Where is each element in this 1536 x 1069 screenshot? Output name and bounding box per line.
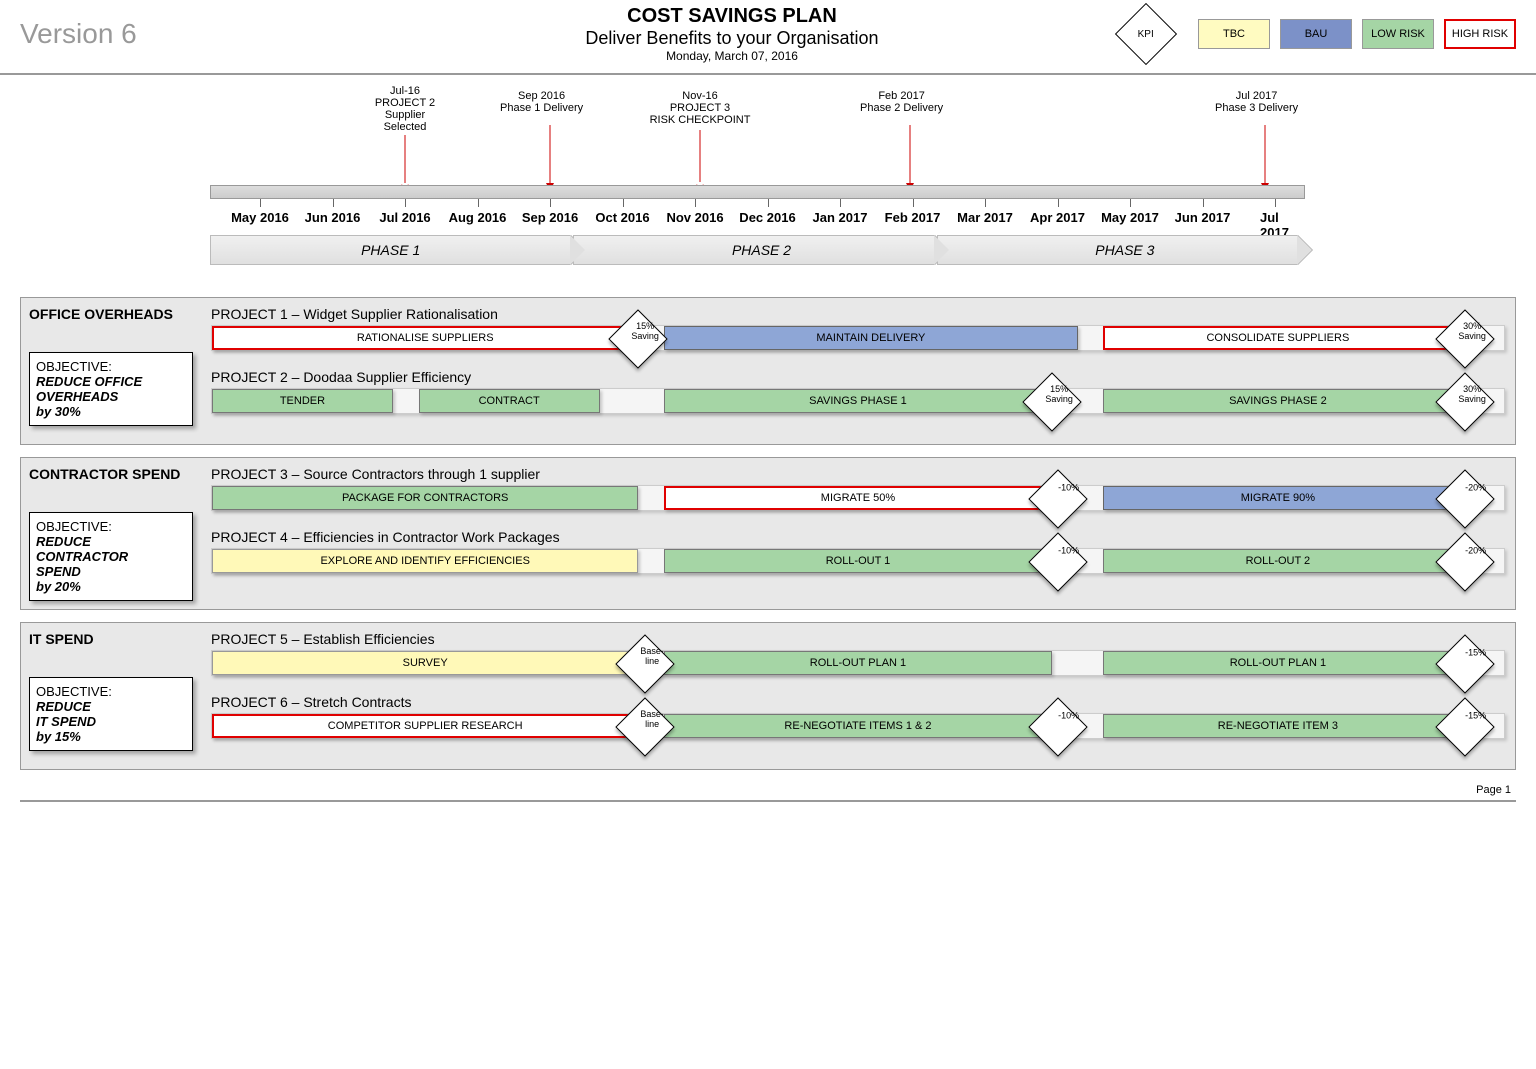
project-title: PROJECT 3 – Source Contractors through 1… — [211, 466, 1505, 482]
task: RE-NEGOTIATE ITEM 3 — [1103, 714, 1452, 738]
milestone-jul16: Jul-16 PROJECT 2 Supplier Selected — [365, 85, 445, 133]
section-title: CONTRACTOR SPEND — [29, 466, 193, 482]
task: RATIONALISE SUPPLIERS — [212, 326, 638, 350]
project-bar: PACKAGE FOR CONTRACTORS MIGRATE 50% MIGRAT… — [211, 485, 1505, 511]
task: MAINTAIN DELIVERY — [664, 326, 1077, 350]
page-date: Monday, March 07, 2016 — [340, 49, 1124, 63]
version-label: Version 6 — [20, 18, 200, 50]
project-bar: SURVEYROLL-OUT PLAN 1ROLL-OUT PLAN 1Base… — [211, 650, 1505, 676]
objective-box: OBJECTIVE:REDUCE OFFICEOVERHEADSby 30% — [29, 352, 193, 426]
project: PROJECT 1 – Widget Supplier Rationalisat… — [211, 306, 1505, 351]
axis-label: Nov 2016 — [666, 210, 723, 225]
axis-label: Oct 2016 — [595, 210, 649, 225]
project-bar: COMPETITOR SUPPLIER RESEARCH RE-NEGOTIATE… — [211, 713, 1505, 739]
legend-tbc: TBC — [1198, 19, 1270, 49]
section-title: OFFICE OVERHEADS — [29, 306, 193, 322]
section: OFFICE OVERHEADS OBJECTIVE:REDUCE OFFICEO… — [20, 297, 1516, 445]
task: CONSOLIDATE SUPPLIERS — [1103, 326, 1452, 350]
project: PROJECT 4 – Efficiencies in Contractor W… — [211, 529, 1505, 574]
project-title: PROJECT 5 – Establish Efficiencies — [211, 631, 1505, 647]
project-title: PROJECT 2 – Doodaa Supplier Efficiency — [211, 369, 1505, 385]
section-title: IT SPEND — [29, 631, 193, 647]
task: ROLL-OUT PLAN 1 — [664, 651, 1052, 675]
project: PROJECT 2 – Doodaa Supplier Efficiency TE… — [211, 369, 1505, 414]
axis-label: Sep 2016 — [522, 210, 578, 225]
legend-bau: BAU — [1280, 19, 1352, 49]
section: CONTRACTOR SPEND OBJECTIVE:REDUCECONTRACT… — [20, 457, 1516, 610]
task: MIGRATE 50% — [664, 486, 1052, 510]
project-bar: TENDER CONTRACT SAVINGS PHASE 1 SAVINGS PHA… — [211, 388, 1505, 414]
milestone-jul17: Jul 2017 Phase 3 Delivery — [1215, 90, 1298, 114]
task: EXPLORE AND IDENTIFY EFFICIENCIES — [212, 549, 638, 573]
legend-kpi: KPI — [1115, 3, 1177, 65]
task: PACKAGE FOR CONTRACTORS — [212, 486, 638, 510]
axis-bar — [210, 185, 1305, 199]
phase: PHASE 3 — [937, 235, 1298, 265]
project-bar: RATIONALISE SUPPLIERS MAINTAIN DELIVERY CO… — [211, 325, 1505, 351]
objective-box: OBJECTIVE:REDUCEIT SPENDby 15% — [29, 677, 193, 751]
axis-ticks — [210, 199, 1305, 209]
section: IT SPEND OBJECTIVE:REDUCEIT SPENDby 15% PR… — [20, 622, 1516, 770]
task: CONTRACT — [419, 389, 600, 413]
project: PROJECT 3 – Source Contractors through 1… — [211, 466, 1505, 511]
axis-label: May 2017 — [1101, 210, 1159, 225]
axis-label: Jun 2017 — [1175, 210, 1231, 225]
header: Version 6 COST SAVINGS PLAN Deliver Bene… — [0, 0, 1536, 75]
milestone-sep16: Sep 2016 Phase 1 Delivery — [500, 90, 583, 114]
task: TENDER — [212, 389, 393, 413]
axis-label: Jun 2016 — [305, 210, 361, 225]
phase: PHASE 2 — [573, 235, 934, 265]
task: ROLL-OUT PLAN 1 — [1103, 651, 1452, 675]
page-title: COST SAVINGS PLAN — [340, 5, 1124, 28]
axis-label: Mar 2017 — [957, 210, 1013, 225]
project-title: PROJECT 4 – Efficiencies in Contractor W… — [211, 529, 1505, 545]
legend-highrisk: HIGH RISK — [1444, 19, 1516, 49]
task: ROLL-OUT 1 — [664, 549, 1052, 573]
axis-label: Apr 2017 — [1030, 210, 1085, 225]
axis-label: Jul 2016 — [379, 210, 430, 225]
project-bar: EXPLORE AND IDENTIFY EFFICIENCIES ROLL-OU… — [211, 548, 1505, 574]
legend: KPI TBC BAU LOW RISK HIGH RISK — [1124, 12, 1516, 56]
project-title: PROJECT 1 – Widget Supplier Rationalisat… — [211, 306, 1505, 322]
task: SAVINGS PHASE 2 — [1103, 389, 1452, 413]
project: PROJECT 6 – Stretch Contracts COMPETITOR … — [211, 694, 1505, 739]
task: MIGRATE 90% — [1103, 486, 1452, 510]
axis-label: Dec 2016 — [739, 210, 795, 225]
axis-label: May 2016 — [231, 210, 289, 225]
project: PROJECT 5 – Establish Efficiencies SURVEY… — [211, 631, 1505, 676]
task: ROLL-OUT 2 — [1103, 549, 1452, 573]
axis-label: Feb 2017 — [885, 210, 941, 225]
milestone-nov16: Nov-16 PROJECT 3 RISK CHECKPOINT — [640, 90, 760, 126]
objective-box: OBJECTIVE:REDUCECONTRACTORSPENDby 20% — [29, 512, 193, 601]
page-footer: Page 1 — [0, 780, 1536, 800]
task: SAVINGS PHASE 1 — [664, 389, 1052, 413]
task: SURVEY — [212, 651, 638, 675]
axis-label: Jan 2017 — [813, 210, 868, 225]
axis-label: Aug 2016 — [449, 210, 507, 225]
title-block: COST SAVINGS PLAN Deliver Benefits to yo… — [340, 5, 1124, 63]
timeline: Jul-16 PROJECT 2 Supplier Selected Sep 2… — [210, 85, 1305, 285]
task: COMPETITOR SUPPLIER RESEARCH — [212, 714, 638, 738]
page-subtitle: Deliver Benefits to your Organisation — [340, 28, 1124, 49]
milestone-feb17: Feb 2017 Phase 2 Delivery — [860, 90, 943, 114]
phase-row: PHASE 1PHASE 2PHASE 3 — [210, 235, 1305, 265]
project-title: PROJECT 6 – Stretch Contracts — [211, 694, 1505, 710]
legend-lowrisk: LOW RISK — [1362, 19, 1434, 49]
phase: PHASE 1 — [210, 235, 571, 265]
task: RE-NEGOTIATE ITEMS 1 & 2 — [664, 714, 1052, 738]
